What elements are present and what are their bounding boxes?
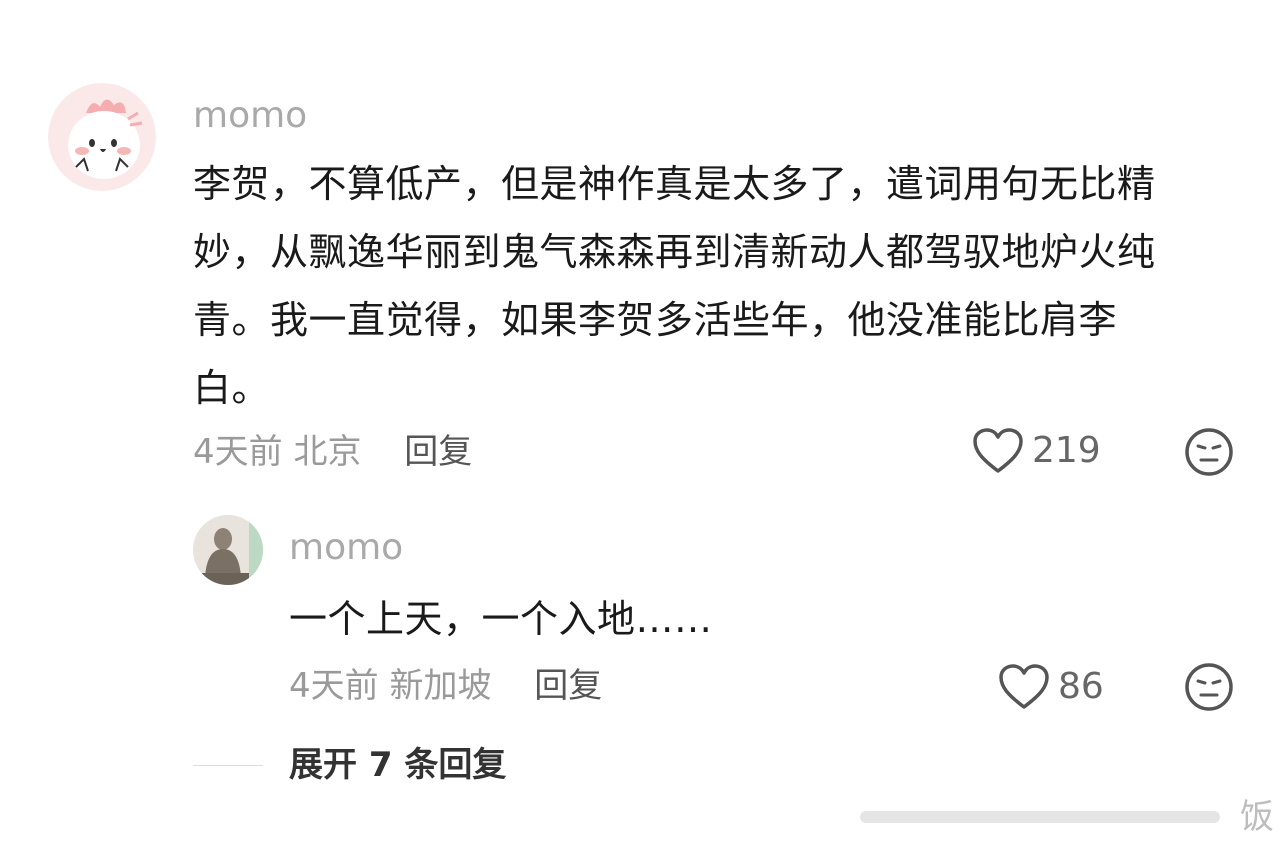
reply-username[interactable]: momo <box>289 528 403 568</box>
comment-username[interactable]: momo <box>193 96 307 136</box>
expand-replies-button[interactable]: 展开 7 条回复 <box>289 745 506 785</box>
like-count: 219 <box>1032 430 1101 471</box>
comment-location: 北京 <box>293 432 362 472</box>
reply-meta: 4天前 新加坡 回复 <box>289 666 602 706</box>
reaction-button[interactable] <box>1184 427 1234 477</box>
cartoon-avatar-icon <box>48 83 156 191</box>
reply-like-button[interactable]: 86 <box>998 663 1104 711</box>
comment-text-line: 李贺，不算低产，但是神作真是太多了，遣词用句无比精 <box>193 162 1156 206</box>
reply-avatar[interactable] <box>193 515 263 585</box>
comment-time: 4天前 <box>193 432 283 472</box>
reply-reaction-button[interactable] <box>1184 662 1234 712</box>
comment-text: 李贺，不算低产，但是神作真是太多了，遣词用句无比精 妙，从飘逸华丽到鬼气森森再到… <box>193 150 1156 422</box>
heart-icon <box>998 663 1050 711</box>
comment-meta: 4天前 北京 回复 <box>193 432 472 472</box>
reply-button[interactable]: 回复 <box>404 432 472 472</box>
avatar[interactable] <box>48 83 156 191</box>
comment-thread: momo 李贺，不算低产，但是神作真是太多了，遣词用句无比精 妙，从飘逸华丽到鬼… <box>0 0 1284 849</box>
expand-divider <box>193 765 263 766</box>
reply-reply-button[interactable]: 回复 <box>534 666 602 706</box>
comment-text-line: 青。我一直觉得，如果李贺多活些年，他没准能比肩李 <box>193 298 1118 342</box>
watermark-bar <box>860 797 1270 837</box>
meh-face-icon <box>1185 663 1233 711</box>
watermark-text: 饭 <box>1240 797 1274 837</box>
comment-text-line: 妙，从飘逸华丽到鬼气森森再到清新动人都驾驭地炉火纯 <box>193 230 1156 274</box>
meh-face-icon <box>1185 428 1233 476</box>
reply-location: 新加坡 <box>389 666 492 706</box>
reply-like-count: 86 <box>1058 666 1104 707</box>
buddha-statue-avatar-icon <box>193 515 263 585</box>
reply-text: 一个上天，一个入地…… <box>289 597 713 641</box>
heart-icon <box>972 427 1024 475</box>
like-button[interactable]: 219 <box>972 427 1101 475</box>
comment-text-line: 白。 <box>193 366 271 410</box>
reply-time: 4天前 <box>289 666 379 706</box>
